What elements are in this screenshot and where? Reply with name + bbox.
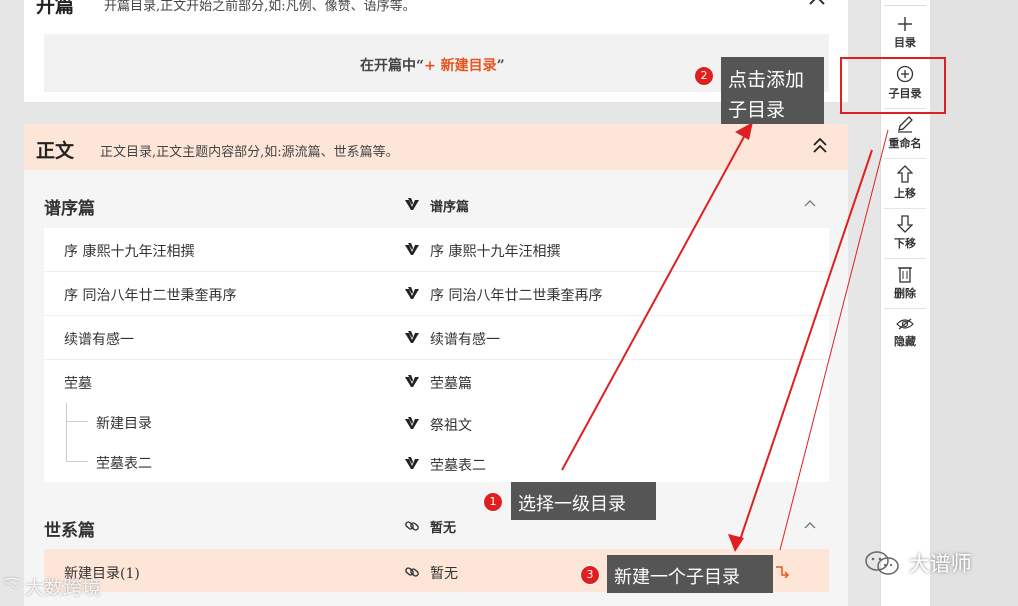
callout-step-1: 选择一级目录 — [511, 482, 656, 520]
callout-text: 选择一级目录 — [518, 494, 626, 515]
callout-text: 子目录 — [728, 99, 786, 121]
callout-text: 新建一个子目录 — [614, 567, 740, 588]
watermark-right-text: 大谱师 — [908, 552, 972, 576]
step-badge-3: 3 — [580, 565, 600, 585]
wechat-icon — [865, 551, 899, 575]
watermark-right: 大谱师 — [864, 548, 972, 578]
watermark-logo-icon: ᵔ͡ᵕ — [4, 578, 19, 599]
callout-step-3: 新建一个子目录 — [607, 555, 773, 593]
step-badge-1: 1 — [483, 492, 503, 512]
watermark-left: ᵔ͡ᵕ 大数跨境 — [4, 573, 101, 600]
callout-step-2: 点击添加 子目录 — [721, 57, 824, 124]
callout-text: 点击添加 — [728, 69, 805, 91]
watermark-left-text: 大数跨境 — [24, 577, 101, 599]
annotation-arrows — [561, 122, 889, 552]
step-badge-2: 2 — [694, 66, 714, 86]
